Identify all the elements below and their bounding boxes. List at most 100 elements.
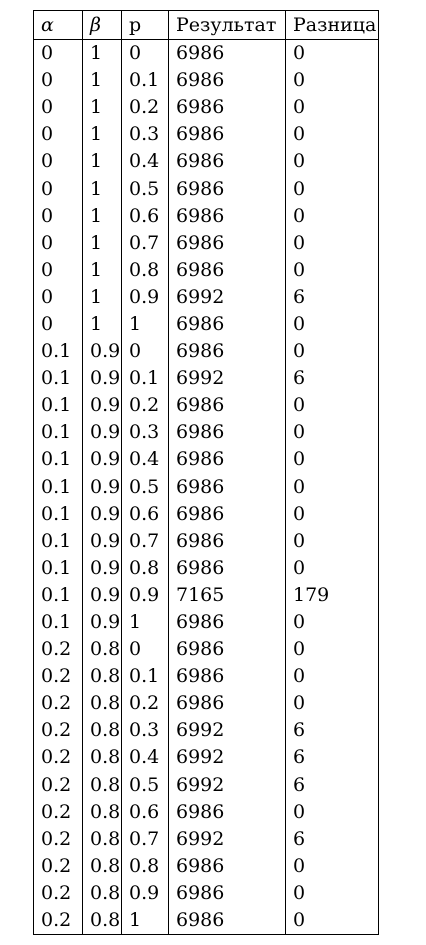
- results-table-container: α β p Результат Разница 0 1 0 6986 0 0 1 0.1 698…: [33, 10, 379, 936]
- cell-difference: 179: [285, 581, 379, 609]
- table-row: 0 1 0.4 6986 0: [33, 148, 379, 176]
- cell-difference: 0: [285, 907, 379, 935]
- cell-beta: 0.8: [82, 771, 122, 799]
- cell-difference: 0: [285, 473, 379, 501]
- cell-beta: 1: [82, 283, 122, 311]
- cell-beta: 1: [82, 310, 122, 339]
- cell-result: 7165: [168, 581, 286, 609]
- cell-beta: 1: [82, 175, 122, 203]
- cell-difference: 0: [285, 256, 379, 284]
- cell-beta: 0.8: [82, 744, 122, 772]
- cell-p: 0.3: [121, 717, 169, 745]
- cell-result: 6992: [168, 717, 286, 745]
- table-row: 0.1 0.9 0.5 6986 0: [33, 473, 379, 501]
- cell-difference: 0: [285, 852, 379, 880]
- cell-alpha: 0: [33, 229, 83, 257]
- cell-alpha: 0: [33, 256, 83, 284]
- cell-result: 6986: [168, 608, 286, 637]
- cell-alpha: 0.1: [33, 608, 83, 637]
- cell-result: 6986: [168, 636, 286, 664]
- table-row: 0 1 0.3 6986 0: [33, 121, 379, 149]
- cell-p: 0.4: [121, 148, 169, 176]
- cell-difference: 0: [285, 67, 379, 95]
- cell-difference: 0: [285, 121, 379, 149]
- cell-result: 6986: [168, 500, 286, 528]
- cell-p: 0.3: [121, 419, 169, 447]
- header-beta: β: [82, 10, 122, 40]
- cell-beta: 0.9: [82, 338, 122, 366]
- cell-p: 0.5: [121, 473, 169, 501]
- cell-result: 6986: [168, 690, 286, 718]
- table-row: 0 1 0 6986 0: [33, 39, 379, 68]
- cell-result: 6986: [168, 527, 286, 555]
- table-row: 0 1 0.6 6986 0: [33, 202, 379, 230]
- cell-difference: 0: [285, 636, 379, 664]
- cell-beta: 0.9: [82, 365, 122, 393]
- cell-alpha: 0.1: [33, 554, 83, 582]
- cell-result: 6986: [168, 907, 286, 935]
- cell-difference: 0: [285, 527, 379, 555]
- cell-result: 6986: [168, 121, 286, 149]
- cell-p: 0.1: [121, 67, 169, 95]
- cell-p: 0.7: [121, 527, 169, 555]
- cell-result: 6986: [168, 392, 286, 420]
- cell-alpha: 0.1: [33, 419, 83, 447]
- cell-alpha: 0.1: [33, 581, 83, 609]
- cell-beta: 0.9: [82, 392, 122, 420]
- table-row: 0.2 0.8 0.1 6986 0: [33, 663, 379, 691]
- cell-p: 1: [121, 907, 169, 935]
- cell-alpha: 0: [33, 202, 83, 230]
- cell-result: 6986: [168, 202, 286, 230]
- cell-beta: 0.8: [82, 825, 122, 853]
- cell-alpha: 0.2: [33, 717, 83, 745]
- cell-alpha: 0.1: [33, 365, 83, 393]
- cell-beta: 1: [82, 229, 122, 257]
- table-row: 0.1 0.9 0.8 6986 0: [33, 554, 379, 582]
- header-p: p: [121, 10, 169, 40]
- table-row: 0.1 0.9 0 6986 0: [33, 338, 379, 366]
- cell-difference: 0: [285, 202, 379, 230]
- cell-alpha: 0: [33, 121, 83, 149]
- cell-p: 1: [121, 310, 169, 339]
- cell-beta: 1: [82, 67, 122, 95]
- cell-beta: 0.9: [82, 554, 122, 582]
- table-row: 0.1 0.9 0.2 6986 0: [33, 392, 379, 420]
- cell-p: 0.4: [121, 446, 169, 474]
- table-row: 0.2 0.8 0.2 6986 0: [33, 690, 379, 718]
- table-row: 0 1 1 6986 0: [33, 310, 379, 339]
- cell-beta: 0.8: [82, 663, 122, 691]
- cell-beta: 0.8: [82, 879, 122, 907]
- cell-p: 0.8: [121, 554, 169, 582]
- cell-p: 0.5: [121, 771, 169, 799]
- table-row: 0.2 0.8 0.8 6986 0: [33, 852, 379, 880]
- header-difference: Разница: [285, 10, 379, 40]
- table-row: 0.1 0.9 0.4 6986 0: [33, 446, 379, 474]
- cell-alpha: 0: [33, 283, 83, 311]
- cell-result: 6986: [168, 879, 286, 907]
- cell-p: 0.7: [121, 229, 169, 257]
- cell-beta: 0.8: [82, 690, 122, 718]
- cell-p: 0.1: [121, 663, 169, 691]
- table-row: 0.1 0.9 0.7 6986 0: [33, 527, 379, 555]
- cell-beta: 0.9: [82, 473, 122, 501]
- cell-difference: 6: [285, 283, 379, 311]
- cell-result: 6986: [168, 39, 286, 68]
- cell-alpha: 0.1: [33, 446, 83, 474]
- table-body: 0 1 0 6986 0 0 1 0.1 6986 0 0 1 0.2 6986 0 0 1 0.3 6986 0 0 1…: [33, 39, 379, 935]
- cell-difference: 0: [285, 879, 379, 907]
- cell-result: 6986: [168, 94, 286, 122]
- cell-difference: 0: [285, 39, 379, 68]
- cell-alpha: 0.2: [33, 907, 83, 935]
- cell-difference: 6: [285, 744, 379, 772]
- table-row: 0.1 0.9 0.9 7165 179: [33, 581, 379, 609]
- cell-result: 6986: [168, 473, 286, 501]
- cell-difference: 0: [285, 554, 379, 582]
- cell-alpha: 0.1: [33, 473, 83, 501]
- table-row: 0 1 0.1 6986 0: [33, 67, 379, 95]
- cell-alpha: 0.2: [33, 663, 83, 691]
- cell-difference: 0: [285, 175, 379, 203]
- header-result: Результат: [168, 10, 286, 40]
- cell-difference: 0: [285, 94, 379, 122]
- cell-difference: 0: [285, 392, 379, 420]
- cell-alpha: 0.2: [33, 825, 83, 853]
